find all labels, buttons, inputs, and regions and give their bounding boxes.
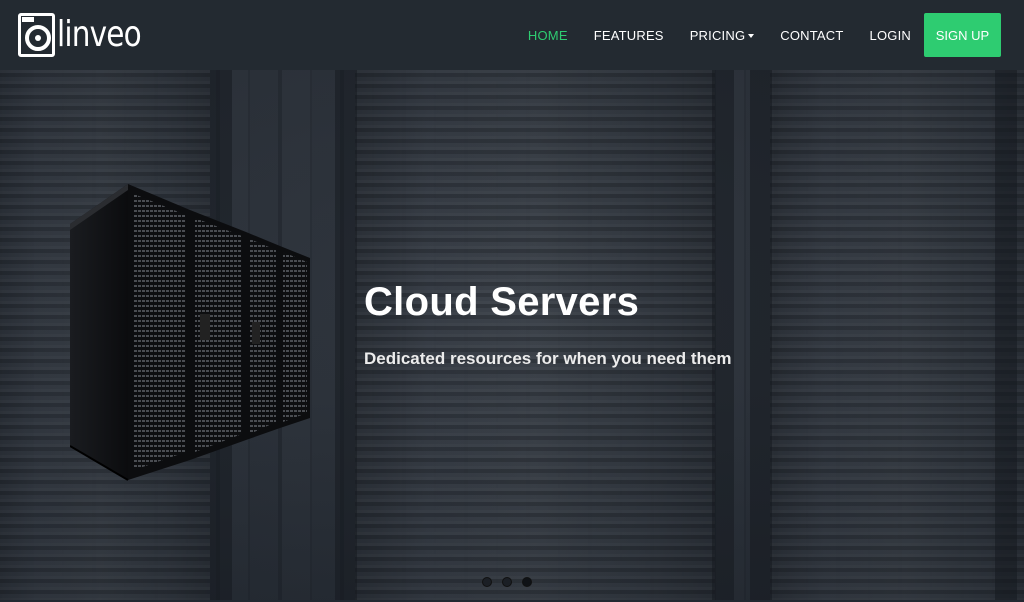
nav-pricing-label: PRICING xyxy=(689,27,746,43)
hero-carousel: Cloud Servers Dedicated resources for wh… xyxy=(0,70,1024,600)
brand-name: linveo xyxy=(57,14,142,55)
hero-title: Cloud Servers xyxy=(364,280,640,324)
carousel-dot-2[interactable] xyxy=(502,577,512,587)
nav-login[interactable]: LOGIN xyxy=(870,28,911,43)
carousel-indicators xyxy=(482,577,542,587)
disk-logo-icon xyxy=(18,13,55,57)
caret-down-icon xyxy=(748,33,755,38)
nav-home[interactable]: HOME xyxy=(528,28,568,43)
brand-logo[interactable]: linveo xyxy=(18,13,159,57)
hero-subtitle: Dedicated resources for when you need th… xyxy=(364,349,732,368)
nav-features[interactable]: FEATURES xyxy=(594,28,664,43)
main-nav: HOME FEATURES PRICING CONTACT LOGIN SIGN… xyxy=(528,0,1024,70)
signup-button[interactable]: SIGN UP xyxy=(924,13,1001,57)
server-cabinet-image xyxy=(70,184,310,481)
nav-contact[interactable]: CONTACT xyxy=(780,28,843,43)
carousel-dot-1[interactable] xyxy=(482,577,492,587)
navbar: linveo HOME FEATURES PRICING CONTACT LOG… xyxy=(0,0,1024,70)
carousel-dot-3[interactable] xyxy=(522,577,532,587)
nav-pricing[interactable]: PRICING xyxy=(690,28,755,43)
